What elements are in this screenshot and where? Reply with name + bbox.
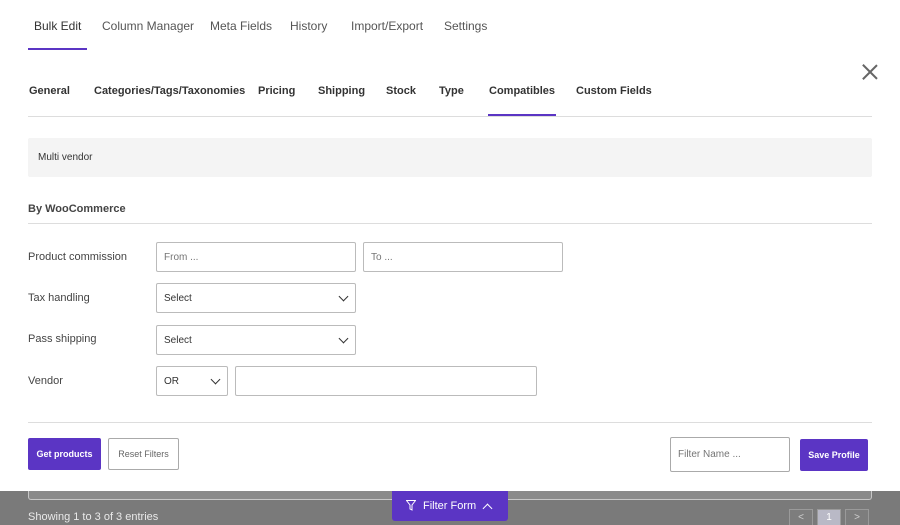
tab-type[interactable]: Type <box>439 80 464 116</box>
tab-shipping[interactable]: Shipping <box>318 80 365 116</box>
pass-shipping-label: Pass shipping <box>28 333 97 345</box>
vendor-operator-value: OR <box>164 376 179 387</box>
tabs-divider <box>28 116 872 117</box>
vendor-input[interactable] <box>235 366 537 396</box>
filter-form-label: Filter Form <box>423 500 477 512</box>
tab-stock[interactable]: Stock <box>386 80 416 116</box>
chevron-up-icon <box>482 503 493 514</box>
tax-handling-label: Tax handling <box>28 292 90 304</box>
section-title: By WooCommerce <box>28 203 126 215</box>
vendor-operator-select[interactable]: OR <box>156 366 228 396</box>
filter-name-field[interactable] <box>671 438 789 471</box>
tab-import-export[interactable]: Import/Export <box>351 0 423 52</box>
commission-to-field[interactable] <box>364 243 562 271</box>
pass-shipping-select[interactable]: Select <box>156 325 356 355</box>
tax-handling-value: Select <box>164 293 192 304</box>
multi-vendor-label: Multi vendor <box>38 152 93 163</box>
vendor-label: Vendor <box>28 375 63 387</box>
top-tab-bar: Bulk Edit Column Manager Meta Fields His… <box>0 0 900 52</box>
entries-info: Showing 1 to 3 of 3 entries <box>28 511 159 523</box>
tab-categories-tags-taxonomies[interactable]: Categories/Tags/Taxonomies <box>94 80 245 116</box>
tab-settings[interactable]: Settings <box>444 0 487 52</box>
filter-form-toggle-button[interactable]: Filter Form <box>392 491 508 521</box>
commission-to-input[interactable] <box>363 242 563 272</box>
product-commission-label: Product commission <box>28 251 128 263</box>
section-divider <box>28 223 872 224</box>
save-profile-button[interactable]: Save Profile <box>800 439 868 471</box>
funnel-icon <box>406 500 416 511</box>
close-icon[interactable] <box>860 62 880 82</box>
tab-compatibles[interactable]: Compatibles <box>487 80 557 116</box>
tab-history[interactable]: History <box>290 0 327 52</box>
get-products-button[interactable]: Get products <box>28 438 101 470</box>
pagination-prev-button[interactable]: < <box>789 509 813 525</box>
chevron-down-icon <box>338 333 349 344</box>
tab-bulk-edit[interactable]: Bulk Edit <box>27 0 88 52</box>
reset-filters-button[interactable]: Reset Filters <box>108 438 179 470</box>
filter-name-input[interactable] <box>670 437 790 472</box>
multi-vendor-panel: Multi vendor <box>28 138 872 177</box>
tab-column-manager[interactable]: Column Manager <box>102 0 194 52</box>
chevron-down-icon <box>338 291 349 302</box>
pagination-page-button[interactable]: 1 <box>817 509 841 525</box>
footer-divider <box>28 422 872 423</box>
pass-shipping-value: Select <box>164 335 192 346</box>
chevron-down-icon <box>210 374 221 385</box>
tax-handling-select[interactable]: Select <box>156 283 356 313</box>
tab-pricing[interactable]: Pricing <box>258 80 295 116</box>
pagination-next-button[interactable]: > <box>845 509 869 525</box>
tab-custom-fields[interactable]: Custom Fields <box>576 80 652 116</box>
tab-general[interactable]: General <box>29 80 70 116</box>
vendor-field[interactable] <box>236 367 536 395</box>
tab-meta-fields[interactable]: Meta Fields <box>210 0 272 52</box>
commission-from-field[interactable] <box>157 243 355 271</box>
commission-from-input[interactable] <box>156 242 356 272</box>
